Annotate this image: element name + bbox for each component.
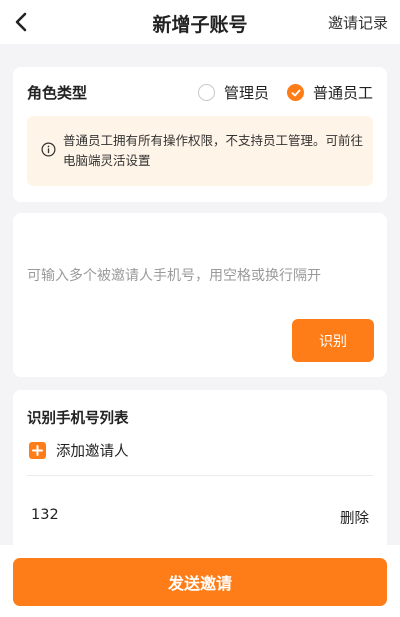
role-option-staff-label: 普通员工 [313,83,374,102]
phone-input-placeholder[interactable]: 可输入多个被邀请人手机号，用空格或换行隔开 [27,265,321,285]
phone-list-card: 识别手机号列表 添加邀请人 132 删除 [13,390,387,550]
send-invite-button[interactable]: 发送邀请 [13,558,387,606]
role-type-label: 角色类型 [27,84,88,102]
radio-unchecked-icon [198,83,215,101]
add-invitee-label: 添加邀请人 [56,444,129,460]
top-bar: 新增子账号 邀请记录 [0,0,400,44]
role-notice: 普通员工拥有所有操作权限，不支持员工管理。可前往电脑端灵活设置 [27,116,373,186]
divider [27,475,373,476]
role-option-staff[interactable]: 普通员工 [287,82,373,102]
delete-button[interactable]: 删除 [340,507,369,528]
role-type-card: 角色类型 管理员 普通员工 普通员工拥有所有操作权限，不支持员工管理。可前往电脑… [13,67,387,202]
recognize-button[interactable]: 识别 [292,319,374,362]
bottom-bar: 发送邀请 [0,545,400,617]
plus-icon [29,442,46,459]
phone-number: 132 [31,507,59,523]
add-invitee-button[interactable]: 添加邀请人 [29,440,129,461]
role-option-admin[interactable]: 管理员 [198,82,269,102]
invite-records-link[interactable]: 邀请记录 [328,12,388,33]
role-notice-text: 普通员工拥有所有操作权限，不支持员工管理。可前往电脑端灵活设置 [63,133,364,168]
phone-input-card[interactable]: 可输入多个被邀请人手机号，用空格或换行隔开 识别 [13,213,387,377]
info-icon [41,142,56,157]
phone-list-title: 识别手机号列表 [27,411,129,427]
radio-checked-icon [287,83,304,101]
role-option-admin-label: 管理员 [224,83,270,102]
